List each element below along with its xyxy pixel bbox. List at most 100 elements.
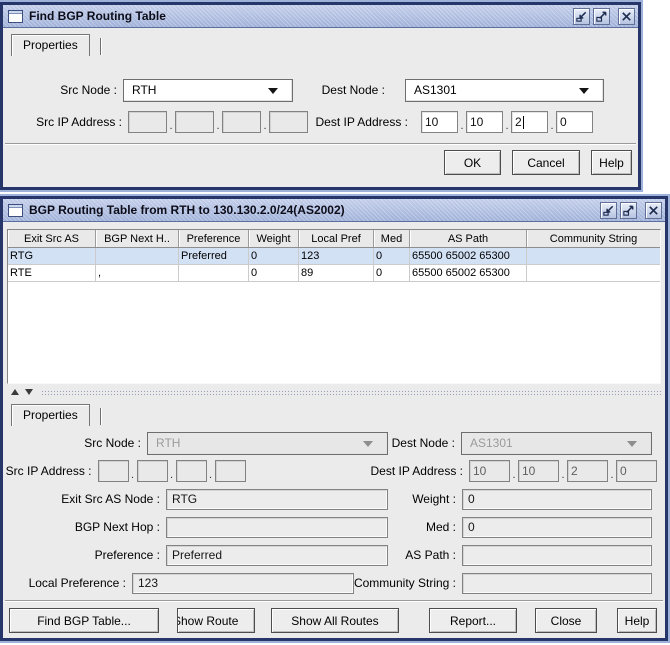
chevron-down-icon xyxy=(363,440,373,447)
preference-label: Preference : xyxy=(94,548,160,562)
properties-panel: Src Node : RTH Dest Node : AS1301 Src IP… xyxy=(3,431,665,594)
dest-node-label: Dest Node : xyxy=(391,436,455,450)
local-preference-label: Local Preference : xyxy=(28,576,126,590)
dest-node-label: Dest Node : xyxy=(321,83,385,97)
collapse-up-icon[interactable] xyxy=(11,389,19,395)
community-string-field xyxy=(462,572,652,594)
help-button[interactable]: Help xyxy=(617,608,657,633)
src-ip-label: Src IP Address : xyxy=(36,115,122,129)
report-button[interactable]: Report... xyxy=(429,608,517,633)
prop-row-pref-aspath: Preference : Preferred AS Path : xyxy=(3,544,665,566)
find-dialog-titlebar[interactable]: Find BGP Routing Table xyxy=(3,5,638,28)
dest-node-combobox[interactable]: AS1301 xyxy=(405,78,604,102)
column-header-as-path[interactable]: AS Path xyxy=(410,230,527,247)
src-node-combobox: RTH xyxy=(147,431,388,455)
dest-ip-label: Dest IP Address : xyxy=(315,115,409,129)
tab-divider xyxy=(99,38,102,55)
find-dialog-title: Find BGP Routing Table xyxy=(29,9,166,23)
show-all-routes-button[interactable]: Show All Routes xyxy=(271,608,399,633)
med-field: 0 xyxy=(462,516,652,538)
dest-node-value: AS1301 xyxy=(414,83,457,97)
table-window-buttons: Find BGP Table... Show Route Show All Ro… xyxy=(9,608,659,633)
exit-src-as-field: RTG xyxy=(166,488,388,510)
src-ip-octet-3 xyxy=(175,460,207,482)
table-window-content: Exit Src AS BGP Next H.. Preference Weig… xyxy=(3,229,665,645)
dest-ip-octet-3[interactable]: 2 xyxy=(511,111,548,133)
column-header-bgp-next-hop[interactable]: BGP Next H.. xyxy=(96,230,179,247)
prop-row-localpref-community: Local Preference : 123 Community String … xyxy=(3,572,665,594)
as-path-label: AS Path : xyxy=(405,548,456,562)
column-header-weight[interactable]: Weight xyxy=(249,230,299,247)
dest-ip-octet-4[interactable]: 0 xyxy=(556,111,593,133)
src-node-value: RTH xyxy=(132,83,157,97)
dest-ip-octet-1[interactable]: 10 xyxy=(421,111,458,133)
src-node-label: Src Node : xyxy=(84,436,141,450)
window-controls xyxy=(600,201,662,219)
ok-button[interactable]: OK xyxy=(444,150,501,175)
column-header-exit-src-as[interactable]: Exit Src AS xyxy=(8,230,96,247)
src-ip-octet-2 xyxy=(175,111,214,133)
separator xyxy=(5,600,663,602)
text-caret xyxy=(522,115,524,129)
src-node-combobox[interactable]: RTH xyxy=(123,78,293,102)
as-path-field xyxy=(462,544,652,566)
src-ip-octet-4 xyxy=(269,111,308,133)
src-node-label: Src Node : xyxy=(60,83,117,97)
chevron-down-icon xyxy=(579,87,589,94)
column-header-med[interactable]: Med xyxy=(374,230,410,247)
find-bgp-table-button[interactable]: Find BGP Table... xyxy=(9,608,159,633)
chevron-down-icon xyxy=(268,87,278,94)
dest-ip-octet-1: 10 xyxy=(469,460,510,482)
prop-row-exit-weight: Exit Src AS Node : RTG Weight : 0 xyxy=(3,488,665,510)
tab-properties[interactable]: Properties xyxy=(11,404,90,426)
table-row[interactable]: RTG Preferred 0 123 0 65500 65002 65300 xyxy=(8,248,660,265)
column-header-community-string[interactable]: Community String xyxy=(527,230,660,247)
find-dialog-buttons: OK Cancel Help xyxy=(9,150,632,175)
column-header-preference[interactable]: Preference xyxy=(179,230,249,247)
prop-row-nodes: Src Node : RTH Dest Node : AS1301 xyxy=(3,431,665,455)
tab-properties[interactable]: Properties xyxy=(11,34,90,56)
tab-divider xyxy=(99,408,102,425)
minimize-icon[interactable] xyxy=(573,7,590,25)
local-preference-field: 123 xyxy=(131,572,354,594)
close-icon[interactable] xyxy=(645,201,662,219)
find-dialog-content: Properties Src Node : RTH Dest Node : AS… xyxy=(3,32,638,191)
collapse-down-icon[interactable] xyxy=(25,389,33,395)
dest-ip-octet-2: 10 xyxy=(518,460,559,482)
window-controls xyxy=(573,7,635,25)
table-window-title: BGP Routing Table from RTH to 130.130.2.… xyxy=(29,203,345,217)
table-row[interactable]: RTE , 0 89 0 65500 65002 65300 xyxy=(8,265,660,282)
find-bgp-dialog: Find BGP Routing Table Properties Src No… xyxy=(0,2,641,190)
cancel-button[interactable]: Cancel xyxy=(512,150,580,175)
help-button[interactable]: Help xyxy=(591,150,632,175)
dest-ip-group: 10. 10. 2. 0 xyxy=(469,460,657,482)
find-dialog-tabs: Properties xyxy=(11,32,638,56)
minimize-icon[interactable] xyxy=(600,201,617,219)
dest-ip-group: 10. 10. 2. 0 xyxy=(421,111,593,133)
table-header: Exit Src AS BGP Next H.. Preference Weig… xyxy=(8,230,660,248)
community-string-label: Community String : xyxy=(353,576,456,590)
maximize-icon[interactable] xyxy=(593,7,610,25)
src-ip-octet-2 xyxy=(136,460,168,482)
dest-ip-octet-2[interactable]: 10 xyxy=(466,111,503,133)
close-button[interactable]: Close xyxy=(535,608,597,633)
column-header-local-pref[interactable]: Local Pref xyxy=(299,230,374,247)
divider-texture xyxy=(41,389,661,395)
dest-node-combobox: AS1301 xyxy=(461,431,652,455)
maximize-icon[interactable] xyxy=(620,201,637,219)
src-ip-octet-3 xyxy=(222,111,261,133)
properties-tabs: Properties xyxy=(11,402,665,426)
weight-label: Weight : xyxy=(412,492,456,506)
dest-ip-octet-3: 2 xyxy=(567,460,608,482)
src-ip-group: ... xyxy=(97,460,246,482)
preference-field: Preferred xyxy=(166,544,388,566)
table-window-titlebar[interactable]: BGP Routing Table from RTH to 130.130.2.… xyxy=(3,199,665,222)
dest-ip-label: Dest IP Address : xyxy=(370,464,464,478)
show-route-button[interactable]: Show Route xyxy=(177,608,255,633)
chevron-down-icon xyxy=(627,440,637,447)
close-icon[interactable] xyxy=(618,7,635,25)
src-ip-octet-1 xyxy=(97,460,129,482)
split-pane-divider[interactable] xyxy=(7,386,661,398)
src-ip-octet-4 xyxy=(214,460,246,482)
bgp-next-hop-field xyxy=(166,516,388,538)
